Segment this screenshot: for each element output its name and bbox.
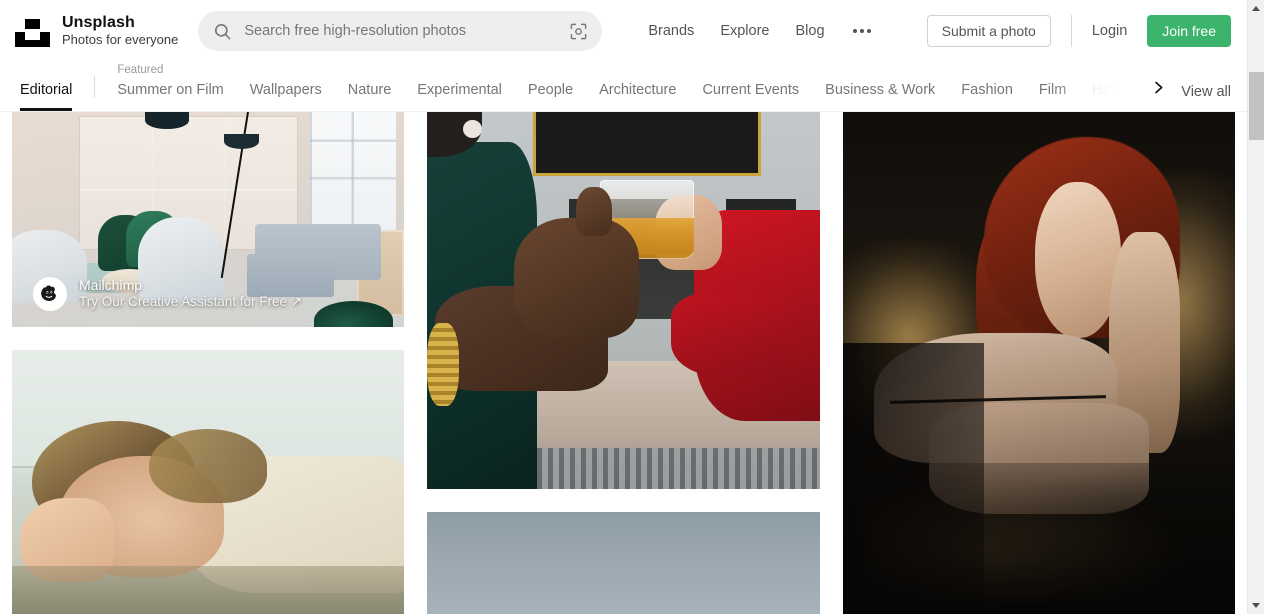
submit-a-photo-button[interactable]: Submit a photo [926, 15, 1051, 47]
category-item-wallpapers[interactable]: Wallpapers [250, 82, 322, 98]
chevron-right-icon[interactable] [1145, 74, 1171, 100]
unsplash-home-link[interactable]: Unsplash Photos for everyone [14, 14, 178, 47]
scrollbar-thumb[interactable] [1249, 72, 1264, 140]
scroll-down-arrow-icon[interactable] [1248, 597, 1264, 614]
ellipsis-icon[interactable] [851, 23, 873, 39]
search-box[interactable] [198, 11, 603, 51]
category-item-film[interactable]: Film [1039, 82, 1066, 98]
mailchimp-freddie-icon [33, 276, 67, 311]
category-item-experimental[interactable]: Experimental [417, 82, 502, 98]
header-link-explore[interactable]: Explore [720, 23, 769, 39]
join-free-button[interactable]: Join free [1147, 15, 1231, 47]
header-divider [1070, 15, 1072, 47]
category-item-business-and-work[interactable]: Business & Work [825, 82, 935, 98]
browser-viewport: Unsplash Photos for everyone Search free… [0, 0, 1247, 614]
brand-tagline: Photos for everyone [62, 32, 179, 48]
category-nav-right: View all [1145, 74, 1247, 111]
category-nav: Editorial Featured Summer on Film Wallpa… [0, 62, 1247, 112]
sponsored-ad-label[interactable]: Mailchimp Try Our Creative Assistant for… [33, 277, 302, 311]
brand-text: Unsplash Photos for everyone [62, 14, 178, 47]
featured-label: Featured [117, 64, 164, 76]
photo-grey-sky[interactable] [427, 512, 820, 614]
photo-office-interior[interactable]: Mailchimp Try Our Creative Assistant for… [12, 112, 405, 327]
search-input[interactable] [242, 22, 567, 40]
category-item-fashion[interactable]: Fashion [961, 82, 1013, 98]
category-item-health-and-wellness[interactable]: Health & Wellness [1092, 82, 1145, 98]
category-item-people[interactable]: People [528, 82, 573, 98]
photo-grid-column-3 [842, 112, 1235, 614]
header-nav: Brands Explore Blog [648, 23, 872, 39]
photo-red-haired-woman-field[interactable] [842, 112, 1235, 614]
header-link-blog[interactable]: Blog [795, 23, 824, 39]
site-header: Unsplash Photos for everyone Search free… [0, 0, 1247, 62]
category-list[interactable]: Featured Summer on Film Wallpapers Natur… [117, 62, 1146, 111]
category-item-current-events[interactable]: Current Events [702, 82, 799, 98]
category-nav-divider [94, 76, 96, 98]
photo-grid-column-2 [427, 112, 820, 614]
login-link[interactable]: Login [1092, 23, 1127, 39]
category-item-label: Summer on Film [117, 82, 224, 98]
page-root: Unsplash Photos for everyone Search free… [0, 0, 1264, 614]
category-item-architecture[interactable]: Architecture [599, 82, 676, 98]
header-link-brands[interactable]: Brands [648, 23, 694, 39]
tab-editorial[interactable]: Editorial [20, 82, 73, 111]
view-all-link[interactable]: View all [1181, 84, 1231, 100]
brand-name: Unsplash [62, 14, 135, 32]
unsplash-logo-icon [14, 15, 50, 47]
category-item-summer-on-film[interactable]: Featured Summer on Film [117, 64, 224, 98]
sponsor-name: Mailchimp [79, 276, 143, 293]
sponsored-ad-text: Mailchimp Try Our Creative Assistant for… [79, 277, 302, 311]
photo-grid-column-1: Mailchimp Try Our Creative Assistant for… [12, 112, 405, 614]
category-item-nature[interactable]: Nature [348, 82, 392, 98]
photo-grid: Mailchimp Try Our Creative Assistant for… [0, 112, 1247, 614]
header-actions: Submit a photo Login Join free [926, 15, 1231, 47]
sponsor-tagline: Try Our Creative Assistant for Free ↗ [79, 294, 303, 310]
search-icon [212, 21, 232, 41]
search-bar[interactable] [198, 11, 603, 51]
vertical-scrollbar[interactable] [1247, 0, 1264, 614]
photo-woman-floating-water[interactable] [12, 350, 405, 614]
photo-hand-holding-whisky-glass[interactable] [427, 112, 820, 490]
scroll-up-arrow-icon[interactable] [1248, 0, 1264, 17]
visual-search-camera-icon[interactable] [566, 19, 590, 43]
